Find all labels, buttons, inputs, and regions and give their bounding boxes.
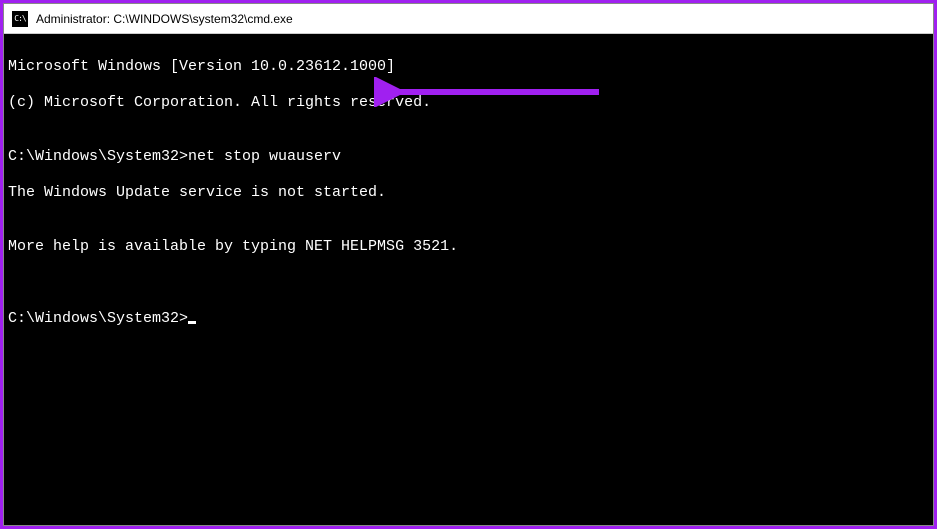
terminal-line-copyright: (c) Microsoft Corporation. All rights re… [8, 94, 929, 112]
terminal-output[interactable]: Microsoft Windows [Version 10.0.23612.10… [4, 34, 933, 525]
titlebar[interactable]: C:\ Administrator: C:\WINDOWS\system32\c… [4, 4, 933, 34]
cmd-icon: C:\ [12, 11, 28, 27]
terminal-prompt-2: C:\Windows\System32> [8, 310, 929, 328]
window-title: Administrator: C:\WINDOWS\system32\cmd.e… [36, 12, 293, 26]
cmd-window: C:\ Administrator: C:\WINDOWS\system32\c… [3, 3, 934, 526]
prompt-command: net stop wuauserv [188, 148, 341, 165]
terminal-response-2: More help is available by typing NET HEL… [8, 238, 929, 256]
cursor [188, 321, 196, 324]
terminal-response-1: The Windows Update service is not starte… [8, 184, 929, 202]
terminal-prompt-1: C:\Windows\System32>net stop wuauserv [8, 148, 929, 166]
prompt-path: C:\Windows\System32> [8, 148, 188, 165]
prompt-path: C:\Windows\System32> [8, 310, 188, 327]
terminal-line-version: Microsoft Windows [Version 10.0.23612.10… [8, 58, 929, 76]
